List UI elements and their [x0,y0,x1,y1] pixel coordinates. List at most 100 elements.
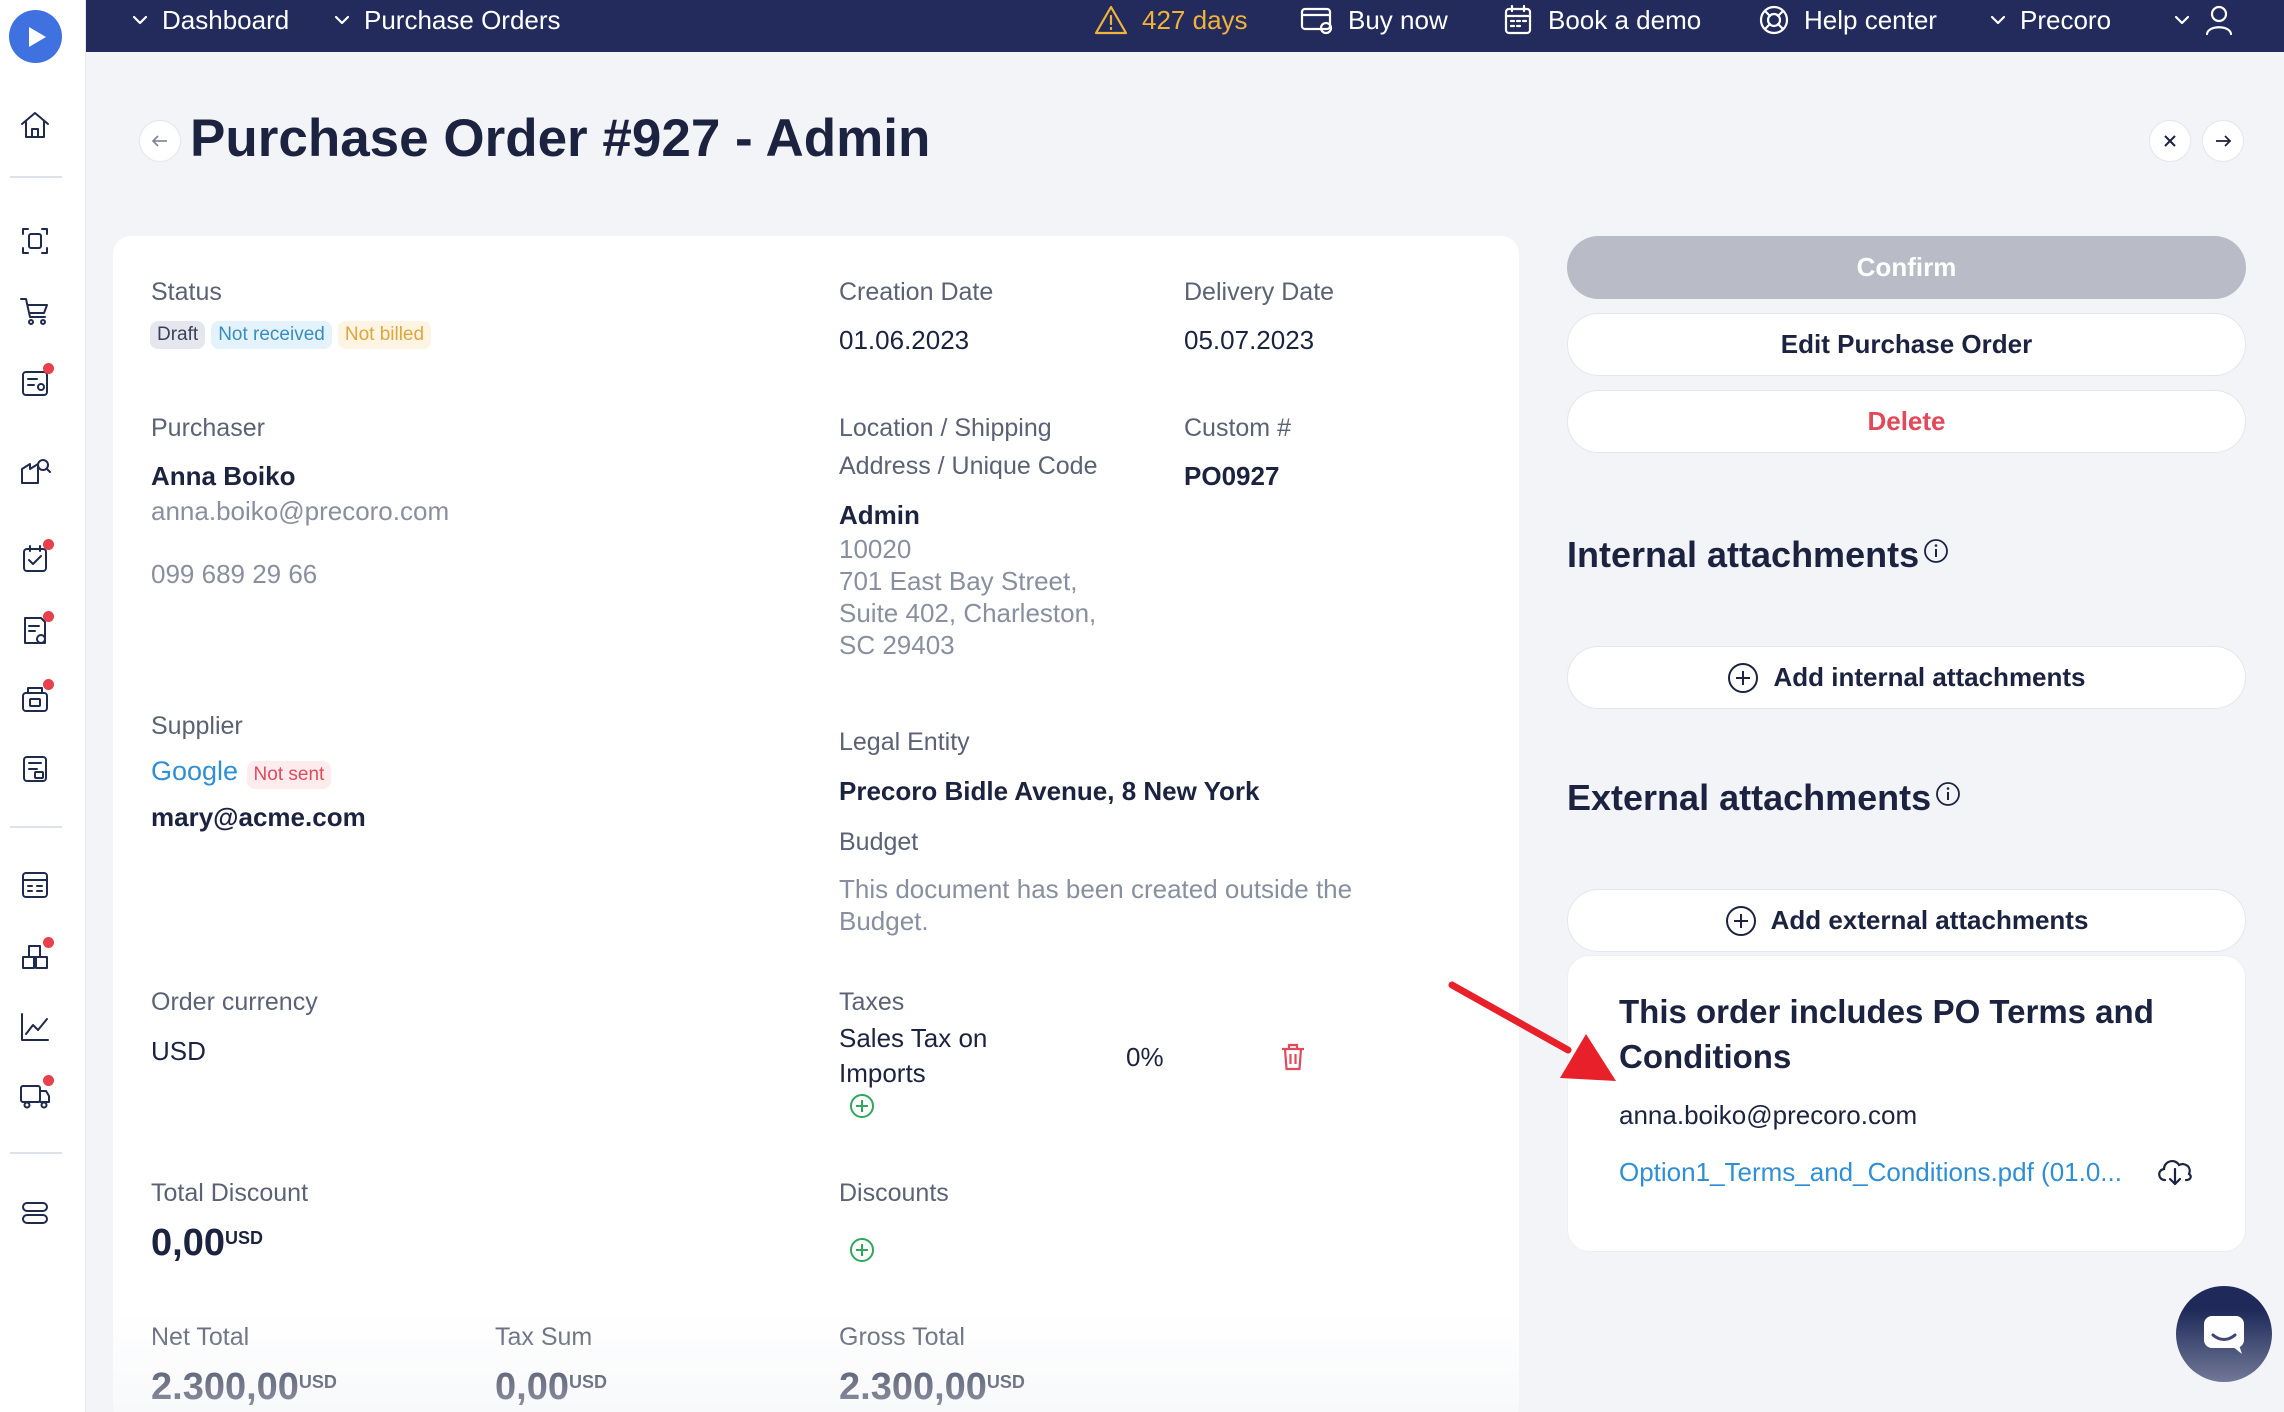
delete-tax-icon[interactable] [1279,1042,1307,1072]
warning-icon [1094,5,1128,35]
tax-name-line-2: Imports [839,1058,926,1088]
home-icon[interactable] [14,104,56,146]
precoro-logo[interactable] [9,10,62,63]
help-center-link[interactable]: Help center [1758,0,1937,40]
currency-superscript: USD [298,1372,337,1392]
book-demo-label: Book a demo [1548,4,1702,35]
supplier-email: mary@acme.com [151,802,366,832]
inventory-icon[interactable] [14,936,56,978]
budget-text-line-2: Budget. [839,906,929,936]
settings-toggle-icon[interactable] [14,1192,56,1234]
back-button[interactable] [139,120,181,162]
net-total-label: Net Total [151,1323,250,1351]
add-external-attachments-label: Add external attachments [1770,905,2089,935]
external-attachments-title: External attachments [1567,777,1932,818]
close-button[interactable] [2149,120,2191,162]
cart-icon[interactable] [14,290,56,332]
delivery-icon[interactable] [14,1074,56,1116]
custom-number-value: PO0927 [1184,461,1280,491]
add-tax-icon[interactable] [849,1093,875,1119]
external-attachments-heading: External attachments [1567,777,1961,819]
close-icon [2164,135,2176,147]
status-badge-not-received: Not received [211,321,332,349]
add-internal-attachments-button[interactable]: Add internal attachments [1567,646,2246,709]
company-label: Precoro [2020,4,2112,35]
add-discount-icon[interactable] [849,1237,875,1263]
status-label: Status [151,278,222,306]
purchaser-label: Purchaser [151,414,265,442]
calendar-icon [1504,4,1532,35]
notification-dot [43,937,54,948]
gross-total-label: Gross Total [839,1323,965,1351]
status-badge-not-billed: Not billed [337,321,432,349]
dashboard-label: Dashboard [162,4,290,35]
confirm-button[interactable]: Confirm [1567,236,2246,299]
tax-sum-label: Tax Sum [495,1323,593,1351]
order-currency-label: Order currency [151,988,318,1016]
trial-days-indicator[interactable]: 427 days [1094,0,1248,40]
next-button[interactable] [2202,120,2244,162]
requests-icon[interactable] [14,362,56,404]
info-icon[interactable] [1935,781,1961,807]
sidebar-divider [10,176,62,178]
budget-label: Budget [839,828,919,856]
notification-dot [43,363,54,374]
edit-purchase-order-button[interactable]: Edit Purchase Order [1567,313,2246,376]
location-label-line-2: Address / Unique Code [839,452,1098,480]
discounts-label: Discounts [839,1179,949,1207]
creation-date-value: 01.06.2023 [839,325,970,355]
order-currency-value: USD [151,1036,206,1066]
purchase-orders-label: Purchase Orders [364,4,561,35]
supplier-search-icon[interactable] [14,450,56,492]
supplier-link[interactable]: Google [151,756,238,786]
taxes-label: Taxes [839,988,905,1016]
info-icon[interactable] [1923,538,1949,564]
user-menu[interactable] [2174,0,2234,40]
supplier-label: Supplier [151,712,243,740]
add-internal-attachments-label: Add internal attachments [1773,662,2086,692]
scan-document-icon[interactable] [14,220,56,262]
tax-sum-amount: 0,00USD [495,1366,607,1409]
notification-dot [43,611,54,622]
sidebar [0,0,86,1412]
supplier-row: Google Not sent [151,756,337,789]
address-line-1: 701 East Bay Street, [839,566,1078,596]
sidebar-divider [10,1152,62,1154]
sidebar-divider [10,826,62,828]
delivery-date-label: Delivery Date [1184,278,1335,306]
tax-sum-value: 0,00 [495,1366,569,1408]
purchaser-name: Anna Boiko [151,461,296,491]
notification-dot [43,679,54,690]
dashboard-menu[interactable]: Dashboard [132,0,289,40]
cloud-download-icon[interactable] [2155,1154,2195,1188]
purchaser-email: anna.boiko@precoro.com [151,496,450,526]
top-navigation-bar: Dashboard Purchase Orders 427 days Buy n… [86,0,2284,52]
invoices-icon[interactable] [14,748,56,790]
company-switcher[interactable]: Precoro [1990,0,2111,40]
total-discount-value: 0,00 [151,1222,225,1264]
gross-total-amount: 2.300,00USD [839,1366,1025,1409]
delivery-date-value: 05.07.2023 [1184,325,1315,355]
location-label-line-1: Location / Shipping [839,414,1052,442]
custom-number-label: Custom # [1184,414,1291,442]
supplier-status-badge: Not sent [246,761,332,789]
currency-superscript: USD [568,1372,607,1392]
credit-card-icon [1300,7,1333,35]
chat-widget-button[interactable] [2176,1286,2272,1382]
buy-now-link[interactable]: Buy now [1300,0,1448,40]
terms-author-email: anna.boiko@precoro.com [1619,1100,1918,1130]
chevron-down-icon [1990,15,2006,25]
add-external-attachments-button[interactable]: Add external attachments [1567,889,2246,952]
address-line-2: Suite 402, Charleston, [839,598,1097,628]
total-discount-label: Total Discount [151,1179,309,1207]
chevron-down-icon [132,15,148,25]
delete-button[interactable]: Delete [1567,390,2246,453]
receipts-icon[interactable] [14,678,56,720]
analytics-icon[interactable] [14,1006,56,1048]
budgets-icon[interactable] [14,864,56,906]
book-demo-link[interactable]: Book a demo [1502,0,1701,40]
approvals-icon[interactable] [14,538,56,580]
purchase-orders-menu[interactable]: Purchase Orders [334,0,561,40]
purchase-orders-icon[interactable] [14,610,56,652]
terms-file-link[interactable]: Option1_Terms_and_Conditions.pdf (01.0..… [1619,1157,2122,1188]
